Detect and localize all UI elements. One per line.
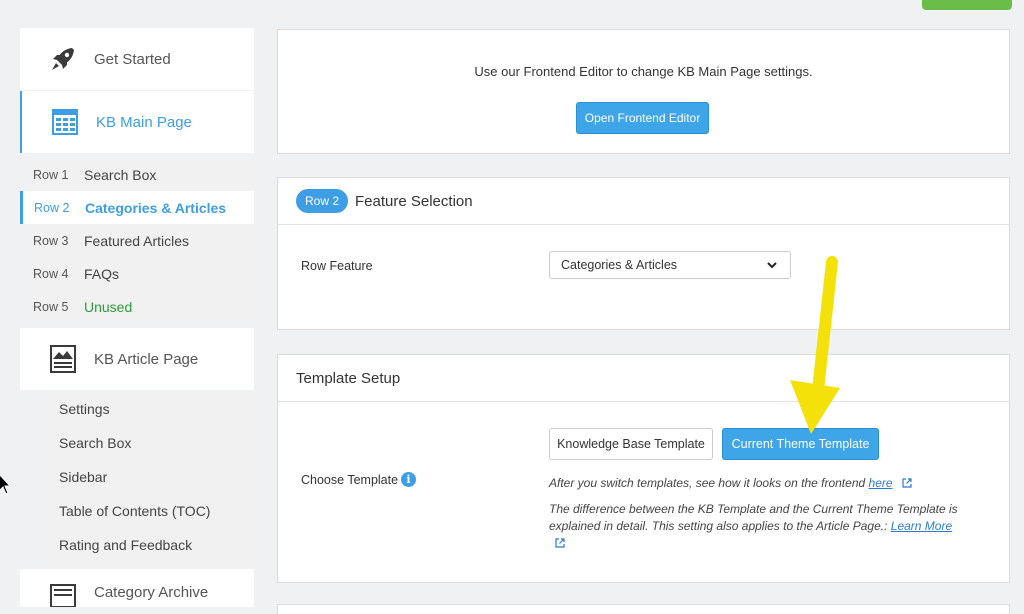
list-page-icon — [50, 584, 76, 607]
row-label: Featured Articles — [84, 232, 190, 249]
help-switch-templates: After you switch templates, see how it l… — [549, 475, 969, 492]
sidebar-row-3[interactable]: Row 3 Featured Articles — [20, 224, 254, 257]
row-number: Row 1 — [33, 167, 69, 182]
frontend-editor-panel: Use our Frontend Editor to change KB Mai… — [277, 29, 1010, 154]
sidebar-row-2[interactable]: Row 2 Categories & Articles — [20, 191, 254, 224]
template-setup-header: Template Setup — [278, 355, 1009, 402]
row-label: Categories & Articles — [85, 199, 227, 216]
kb-article-items: Settings Search Box Sidebar Table of Con… — [40, 392, 254, 569]
row-number: Row 3 — [33, 233, 69, 248]
template-setup-title: Template Setup — [296, 369, 401, 387]
row-number: Row 2 — [34, 200, 70, 215]
info-icon[interactable]: i — [401, 472, 416, 487]
sidebar-item-settings[interactable]: Settings — [40, 392, 254, 426]
sidebar-row-5[interactable]: Row 5 Unused — [20, 290, 254, 323]
rocket-icon — [52, 48, 74, 70]
kb-main-rows: Row 1 Search Box Row 2 Categories & Arti… — [20, 158, 254, 323]
row-number: Row 5 — [33, 299, 69, 314]
nav-kb-main-page-label: KB Main Page — [96, 113, 192, 131]
mouse-cursor-icon — [0, 474, 10, 495]
next-panel — [277, 604, 1010, 614]
row-label: Unused — [84, 298, 133, 315]
sidebar-item-sidebar[interactable]: Sidebar — [40, 460, 254, 494]
sidebar-row-4[interactable]: Row 4 FAQs — [20, 257, 254, 290]
row-label: FAQs — [84, 265, 120, 282]
nav-kb-main-page[interactable]: KB Main Page — [20, 91, 254, 153]
row-badge: Row 2 — [296, 189, 349, 213]
row-number: Row 4 — [33, 266, 69, 281]
help-switch-text: After you switch templates, see how it l… — [549, 476, 866, 490]
nav-kb-article-page[interactable]: KB Article Page — [20, 328, 254, 390]
sidebar-item-search-box[interactable]: Search Box — [40, 426, 254, 460]
nav-kb-article-page-label: KB Article Page — [94, 350, 199, 368]
knowledge-base-template-button[interactable]: Knowledge Base Template — [549, 428, 713, 460]
here-link[interactable]: here — [869, 476, 893, 490]
top-action-button[interactable] — [922, 0, 1012, 10]
external-link-icon — [555, 538, 565, 548]
nav-get-started[interactable]: Get Started — [20, 28, 254, 90]
nav-get-started-label: Get Started — [94, 50, 171, 68]
feature-selection-title: Feature Selection — [355, 192, 473, 210]
layout-grid-icon — [52, 109, 78, 135]
external-link-icon — [902, 478, 912, 488]
article-image-icon — [50, 345, 76, 373]
nav-category-archive[interactable]: Category Archive — [20, 569, 254, 607]
frontend-editor-text: Use our Frontend Editor to change KB Mai… — [474, 64, 813, 79]
sidebar-item-toc[interactable]: Table of Contents (TOC) — [40, 494, 254, 528]
row-label: Search Box — [84, 166, 157, 183]
sidebar-item-rating-feedback[interactable]: Rating and Feedback — [40, 528, 254, 562]
sidebar-row-1[interactable]: Row 1 Search Box — [20, 158, 254, 191]
yellow-arrow-annotation — [790, 256, 840, 434]
template-setup-panel: Template Setup Knowledge Base Template C… — [277, 354, 1010, 583]
feature-selection-panel: Row 2 Feature Selection Row Feature Cate… — [277, 177, 1010, 330]
help-template-difference: The difference between the KB Template a… — [549, 501, 969, 552]
row-feature-label: Row Feature — [301, 259, 373, 273]
learn-more-link[interactable]: Learn More — [891, 519, 952, 533]
chevron-down-icon — [767, 262, 777, 269]
row-feature-selected-value: Categories & Articles — [561, 258, 678, 272]
nav-category-archive-label: Category Archive — [94, 584, 209, 601]
row-feature-select[interactable]: Categories & Articles — [549, 251, 791, 279]
feature-selection-header: Row 2 Feature Selection — [278, 178, 1009, 225]
choose-template-label: Choose Template — [301, 473, 399, 487]
open-frontend-editor-button[interactable]: Open Frontend Editor — [576, 102, 709, 134]
